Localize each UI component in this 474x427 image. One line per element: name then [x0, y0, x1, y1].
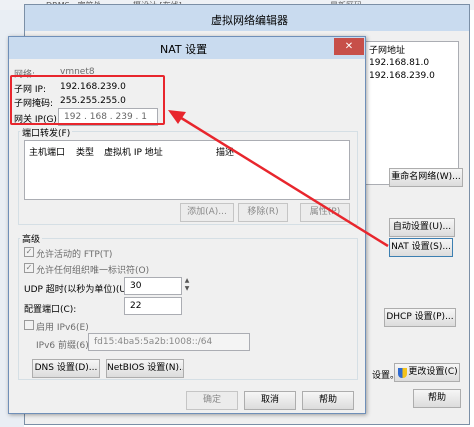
annotation-arrow-line [177, 114, 389, 248]
annotation-arrow [168, 110, 389, 248]
annotation-arrow-head [168, 110, 186, 124]
